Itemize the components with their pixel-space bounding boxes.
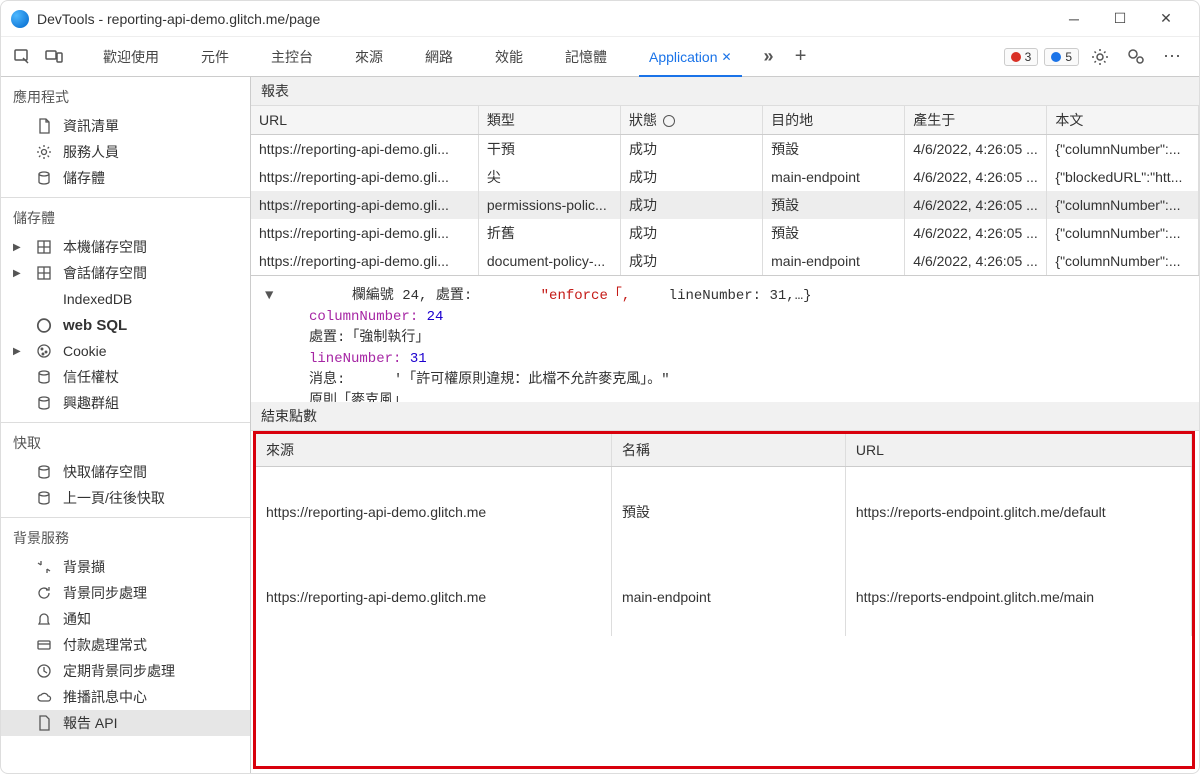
report-detail: ▼ 欄編號 24, 處置: "enforce「, lineNumber: 31,…: [251, 275, 1199, 402]
file-icon: [35, 118, 53, 134]
endpoints-region: 來源 名稱 URL https://reporting-api-demo.gli…: [253, 431, 1195, 770]
table-row[interactable]: https://reporting-api-demo.gli...permiss…: [251, 191, 1199, 219]
menu-icon[interactable]: ⋯: [1157, 42, 1187, 72]
warnings-badge[interactable]: 5: [1044, 48, 1079, 66]
col-url[interactable]: URL: [251, 106, 478, 135]
db-icon: [35, 369, 53, 385]
sidebar-item-bfcache[interactable]: 上一頁/往後快取: [1, 485, 250, 511]
sidebar-item-push[interactable]: 推播訊息中心: [1, 684, 250, 710]
col-dest[interactable]: 目的地: [763, 106, 905, 135]
col-status[interactable]: 狀態: [621, 106, 763, 135]
sync-icon: [35, 559, 53, 575]
sidebar-item-notifications[interactable]: 通知: [1, 606, 250, 632]
endpoints-table: 來源 名稱 URL https://reporting-api-demo.gli…: [256, 434, 1192, 637]
db-icon: [35, 170, 53, 186]
db-icon: [35, 490, 53, 506]
bell-icon: [35, 611, 53, 627]
titlebar: DevTools - reporting-api-demo.glitch.me/…: [1, 1, 1199, 37]
cloud-icon: [35, 689, 53, 705]
tab-memory[interactable]: 記憶體: [545, 37, 627, 77]
close-icon[interactable]: ✕: [722, 50, 732, 64]
circle-icon: [663, 115, 675, 127]
table-row[interactable]: https://reporting-api-demo.gli...干預成功預設4…: [251, 135, 1199, 164]
side-section-bg: 背景服務: [1, 522, 250, 554]
minimize-button[interactable]: ─: [1051, 5, 1097, 33]
clock-icon: [35, 663, 53, 679]
tab-welcome[interactable]: 歡迎使用: [83, 37, 179, 77]
settings-icon[interactable]: [1085, 42, 1115, 72]
table-header-row: URL 類型 狀態 目的地 產生于 本文: [251, 106, 1199, 135]
close-button[interactable]: ✕: [1143, 5, 1189, 33]
sidebar-item-periodic[interactable]: 定期背景同步處理: [1, 658, 250, 684]
window-title: DevTools - reporting-api-demo.glitch.me/…: [37, 11, 320, 27]
feedback-icon[interactable]: [1121, 42, 1151, 72]
grid-icon: [35, 265, 53, 281]
refresh-icon: [35, 585, 53, 601]
collapse-icon[interactable]: ▼: [265, 288, 273, 304]
sidebar-item-bgsync[interactable]: 背景同步處理: [1, 580, 250, 606]
sidebar-item-sessionstorage[interactable]: ▶ 會話儲存空間: [1, 260, 250, 286]
circle-icon: 〇: [35, 315, 53, 336]
errors-badge[interactable]: 3: [1004, 48, 1039, 66]
tab-elements[interactable]: 元件: [181, 37, 249, 77]
sidebar-item-indexeddb[interactable]: IndexedDB: [1, 286, 250, 312]
app-icon: [11, 10, 29, 28]
tab-console[interactable]: 主控台: [251, 37, 333, 77]
device-icon[interactable]: [39, 42, 69, 72]
tab-performance[interactable]: 效能: [475, 37, 543, 77]
side-section-cache: 快取: [1, 427, 250, 459]
table-row[interactable]: https://reporting-api-demo.glitch.me預設ht…: [256, 466, 1192, 557]
sidebar-item-manifest[interactable]: 資訊清單: [1, 113, 250, 139]
table-row[interactable]: https://reporting-api-demo.glitch.memain…: [256, 557, 1192, 636]
sidebar: 應用程式 資訊清單 服務人員 儲存體 儲存體 ▶ 本機儲存空間: [1, 77, 251, 773]
table-row[interactable]: https://reporting-api-demo.gli...尖成功main…: [251, 163, 1199, 191]
ep-col-origin[interactable]: 來源: [256, 434, 611, 467]
card-icon: [35, 637, 53, 653]
tabs-overflow-icon[interactable]: »: [754, 42, 784, 72]
col-type[interactable]: 類型: [478, 106, 620, 135]
col-body[interactable]: 本文: [1047, 106, 1199, 135]
sidebar-item-bgfetch[interactable]: 背景擷: [1, 554, 250, 580]
sidebar-item-trust[interactable]: 信任權杖: [1, 364, 250, 390]
tab-network[interactable]: 網路: [405, 37, 473, 77]
ep-col-url[interactable]: URL: [845, 434, 1191, 467]
sidebar-item-interest[interactable]: 興趣群組: [1, 390, 250, 416]
file-icon: [35, 715, 53, 731]
inspect-icon[interactable]: [7, 42, 37, 72]
sidebar-item-cookies[interactable]: ▶ Cookie: [1, 338, 250, 364]
top-tabs: 歡迎使用 元件 主控台 來源 網路 效能 記憶體 Application✕ » …: [1, 37, 1199, 77]
db-icon: [35, 464, 53, 480]
gear-icon: [35, 144, 53, 160]
main-panel: 報表 URL 類型 狀態 目的地 產生于 本文 https://reportin…: [251, 77, 1199, 773]
db-icon: [35, 395, 53, 411]
sidebar-item-sw[interactable]: 服務人員: [1, 139, 250, 165]
cookie-icon: [35, 343, 53, 359]
tab-sources[interactable]: 來源: [335, 37, 403, 77]
chevron-right-icon[interactable]: ▶: [13, 268, 21, 279]
add-tab-icon[interactable]: +: [786, 42, 816, 72]
table-row[interactable]: https://reporting-api-demo.gli...documen…: [251, 247, 1199, 275]
table-row[interactable]: https://reporting-api-demo.gli...折舊成功預設4…: [251, 219, 1199, 247]
grid-icon: [35, 239, 53, 255]
sidebar-item-storage[interactable]: 儲存體: [1, 165, 250, 191]
side-section-storage: 儲存體: [1, 202, 250, 234]
col-time[interactable]: 產生于: [905, 106, 1047, 135]
sidebar-item-cachestorage[interactable]: 快取儲存空間: [1, 459, 250, 485]
chevron-right-icon[interactable]: ▶: [13, 242, 21, 253]
sidebar-item-websql[interactable]: 〇web SQL: [1, 312, 250, 338]
endpoints-header: 結束點數: [251, 402, 1199, 431]
maximize-button[interactable]: ☐: [1097, 5, 1143, 33]
sidebar-item-localstorage[interactable]: ▶ 本機儲存空間: [1, 234, 250, 260]
chevron-right-icon[interactable]: ▶: [13, 346, 21, 357]
sidebar-item-payment[interactable]: 付款處理常式: [1, 632, 250, 658]
ep-col-name[interactable]: 名稱: [611, 434, 845, 467]
side-section-app: 應用程式: [1, 81, 250, 113]
reports-header: 報表: [251, 77, 1199, 106]
sidebar-item-reporting-api[interactable]: 報告 API: [1, 710, 250, 736]
tab-application[interactable]: Application✕: [629, 37, 752, 77]
reports-table: URL 類型 狀態 目的地 產生于 本文 https://reporting-a…: [251, 106, 1199, 275]
